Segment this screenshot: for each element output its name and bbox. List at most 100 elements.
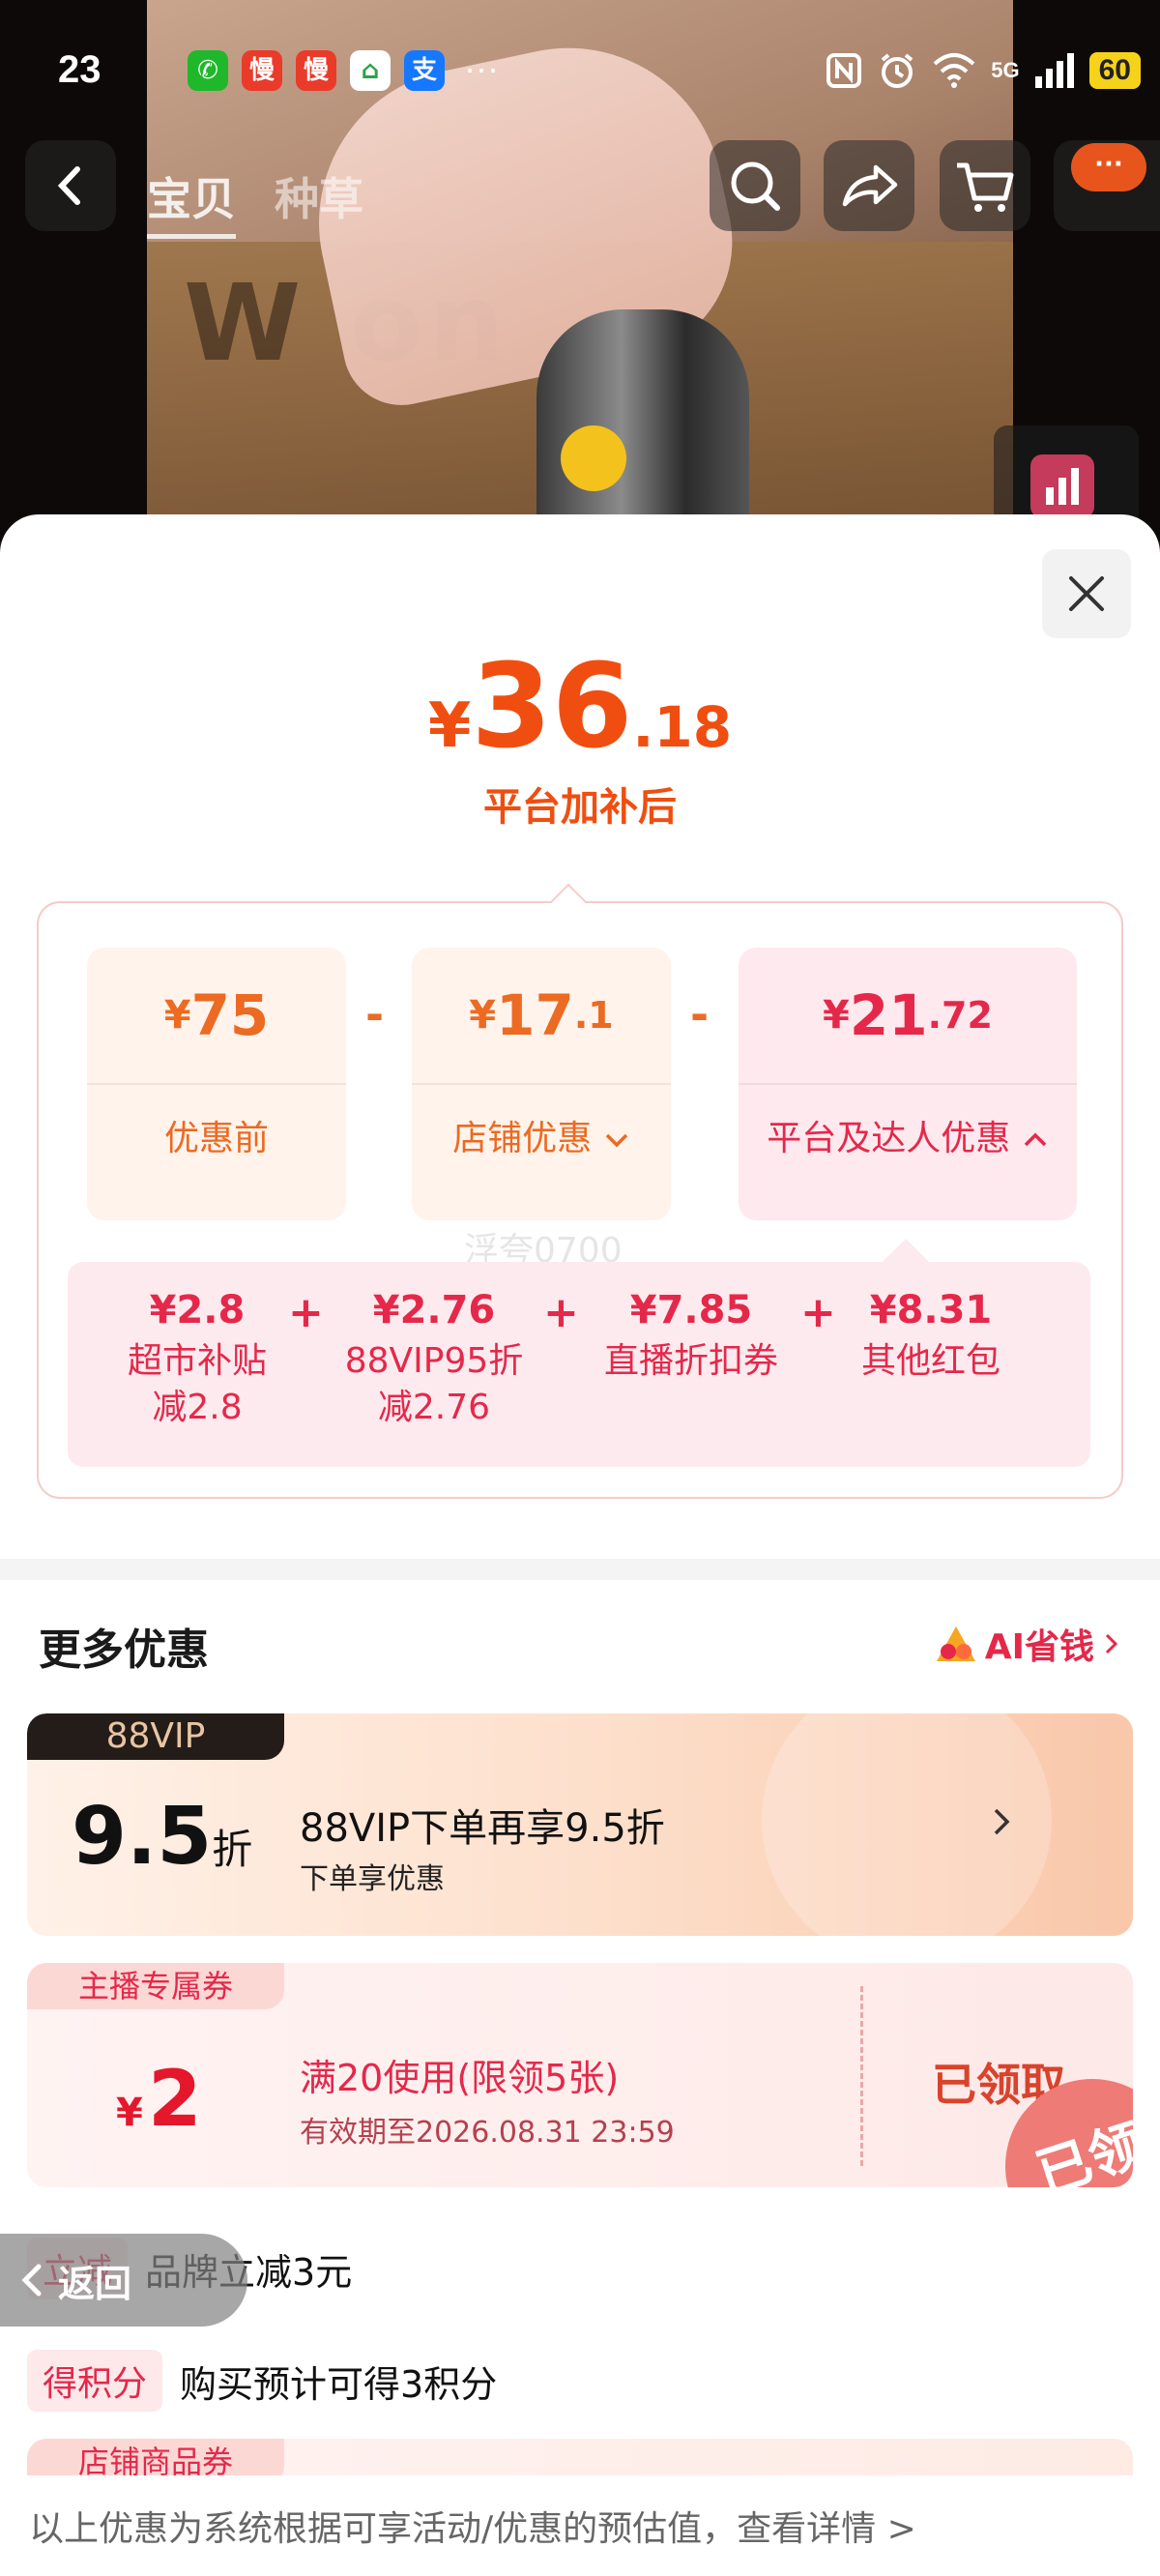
wifi-icon <box>933 53 975 88</box>
price-trend-icon <box>1030 454 1094 518</box>
shop-discount-card[interactable]: ¥17.1 店铺优惠 <box>412 948 671 1220</box>
chevron-left-icon <box>21 2264 42 2297</box>
vip-offer-title: 88VIP下单再享9.5折 <box>300 1806 665 1851</box>
discount-item-name: 直播折扣券 <box>603 1341 778 1381</box>
chevron-up-icon <box>1024 1132 1046 1147</box>
discount-item-name: 超市补贴 <box>127 1341 267 1381</box>
original-price-value: ¥75 <box>87 948 346 1085</box>
signal-icon <box>1034 53 1074 88</box>
plus-operator: + <box>543 1288 579 1337</box>
coupon-amount: ¥ 2 <box>116 2054 202 2144</box>
nav-tabs: 宝贝 种草 <box>147 164 363 239</box>
chevron-right-icon <box>1105 1633 1118 1654</box>
close-icon <box>1069 576 1104 611</box>
tab-baobei[interactable]: 宝贝 <box>147 164 236 239</box>
shop-discount-label: 店铺优惠 <box>412 1110 671 1160</box>
discount-item-value: ¥7.85 <box>629 1288 753 1332</box>
value-integer: 21 <box>849 982 928 1048</box>
alarm-icon <box>881 53 914 88</box>
cart-icon <box>957 162 1014 212</box>
floating-back-label: 返回 <box>58 2262 132 2305</box>
product-can-graphic <box>536 309 749 542</box>
original-price-card: ¥75 优惠前 <box>87 948 346 1220</box>
ai-save-link[interactable]: AI省钱 <box>935 1619 1121 1669</box>
original-price-label: 优惠前 <box>163 1119 269 1158</box>
close-button[interactable] <box>1042 549 1131 638</box>
final-price: ¥36.18 <box>0 640 1160 775</box>
vip-tag: 88VIP <box>27 1713 284 1760</box>
can-label-graphic <box>561 425 626 491</box>
man-app-icon-2: 慢 <box>296 50 336 91</box>
vip-discount: 9.5折 <box>72 1791 252 1883</box>
value-integer: 75 <box>190 982 270 1048</box>
value-integer: 17 <box>496 982 574 1048</box>
discount-item-red-packet: ¥8.31 其他红包 <box>849 1288 1013 1385</box>
price-caption: 平台加补后 <box>483 785 677 830</box>
vip-discount-number: 9.5 <box>72 1791 213 1883</box>
value-decimal: .72 <box>927 994 993 1037</box>
streamer-coupon-card[interactable]: 主播专属券 ¥ 2 满20使用(限领5张) 有效期至2026.08.31 23:… <box>27 1963 1133 2187</box>
shop-discount-label-text: 店铺优惠 <box>452 1119 593 1158</box>
shop-discount-value: ¥17.1 <box>412 948 671 1085</box>
platform-discount-label-text: 平台及达人优惠 <box>767 1119 1011 1158</box>
vip-offer-subtitle: 下单享优惠 <box>300 1862 445 1896</box>
discount-item-detail: 减2.8 <box>152 1388 243 1427</box>
minus-operator: - <box>365 988 385 1040</box>
battery-level: 60 <box>1088 52 1141 89</box>
discount-item-88vip: ¥2.76 88VIP95折 减2.76 <box>336 1288 532 1431</box>
ai-save-label: AI省钱 <box>984 1627 1094 1667</box>
product-image-area[interactable]: W on 23 ✆ 慢 慢 ⌂ 支 ··· 5G 60 宝贝 种草 · <box>0 0 1160 542</box>
man-app-icon: 慢 <box>242 50 282 91</box>
discount-item-detail: 减2.76 <box>377 1388 491 1427</box>
chevron-right-icon <box>994 1808 1010 1835</box>
floating-back-button[interactable]: 返回 <box>0 2234 247 2327</box>
plus-operator: + <box>800 1288 836 1337</box>
currency-symbol: ¥ <box>469 993 497 1038</box>
price-integer: 36 <box>471 640 633 775</box>
platform-discount-card[interactable]: ¥21.72 平台及达人优惠 <box>739 948 1077 1220</box>
chevron-left-icon <box>57 166 80 205</box>
coupon-tag: 主播专属券 <box>27 1963 284 2009</box>
back-nav-button[interactable] <box>25 140 116 231</box>
search-icon <box>731 161 780 211</box>
estimate-disclaimer-link[interactable]: 以上优惠为系统根据可享活动/优惠的预估值，查看详情 > <box>0 2475 1160 2576</box>
alipay-icon: 支 <box>404 50 445 91</box>
more-offers-title: 更多优惠 <box>39 1625 209 1675</box>
discount-item-value: ¥2.8 <box>149 1288 246 1332</box>
coupon-expiry: 有效期至2026.08.31 23:59 <box>300 2116 675 2150</box>
chevron-down-icon <box>605 1133 627 1148</box>
price-symbol: ¥ <box>427 690 472 762</box>
vip-offer-card[interactable]: 88VIP 9.5折 88VIP下单再享9.5折 下单享优惠 <box>27 1713 1133 1936</box>
points-text: 购买预计可得3积分 <box>180 2362 498 2406</box>
coupon-separator <box>860 1986 863 2166</box>
platform-discount-value: ¥21.72 <box>739 948 1077 1085</box>
discount-item-name: 其他红包 <box>860 1341 1000 1381</box>
plus-operator: + <box>288 1288 324 1337</box>
section-divider <box>0 1559 1160 1580</box>
coupon-condition: 满20使用(限领5张) <box>300 2057 620 2099</box>
vip-discount-unit: 折 <box>212 1826 253 1873</box>
points-tag: 得积分 <box>27 2350 163 2412</box>
cart-button[interactable] <box>940 140 1030 231</box>
value-decimal: .1 <box>573 994 614 1037</box>
ai-logo-icon <box>936 1626 975 1661</box>
message-badge[interactable]: ··· <box>1071 143 1146 191</box>
discount-item-value: ¥8.31 <box>869 1288 993 1332</box>
currency-symbol: ¥ <box>163 993 191 1038</box>
status-more-icon: ··· <box>464 48 499 88</box>
coupon-currency: ¥ <box>116 2091 143 2135</box>
coupon-amount-value: 2 <box>147 2054 202 2144</box>
tab-zhongcao[interactable]: 种草 <box>275 164 363 239</box>
discount-item-name: 88VIP95折 <box>344 1341 524 1381</box>
search-button[interactable] <box>710 140 800 231</box>
status-bar: 23 ✆ 慢 慢 ⌂ 支 ··· 5G 60 <box>0 0 1160 145</box>
wechat-icon: ✆ <box>188 50 228 91</box>
discount-item-supermarket: ¥2.8 超市补贴 减2.8 <box>114 1288 280 1431</box>
share-button[interactable] <box>824 140 914 231</box>
minus-operator: - <box>690 988 710 1040</box>
share-icon <box>842 164 898 207</box>
status-time: 23 <box>58 48 102 91</box>
home-app-icon: ⌂ <box>350 50 391 91</box>
points-row: 得积分 购买预计可得3积分 <box>27 2350 497 2412</box>
discount-item-value: ¥2.76 <box>372 1288 496 1332</box>
